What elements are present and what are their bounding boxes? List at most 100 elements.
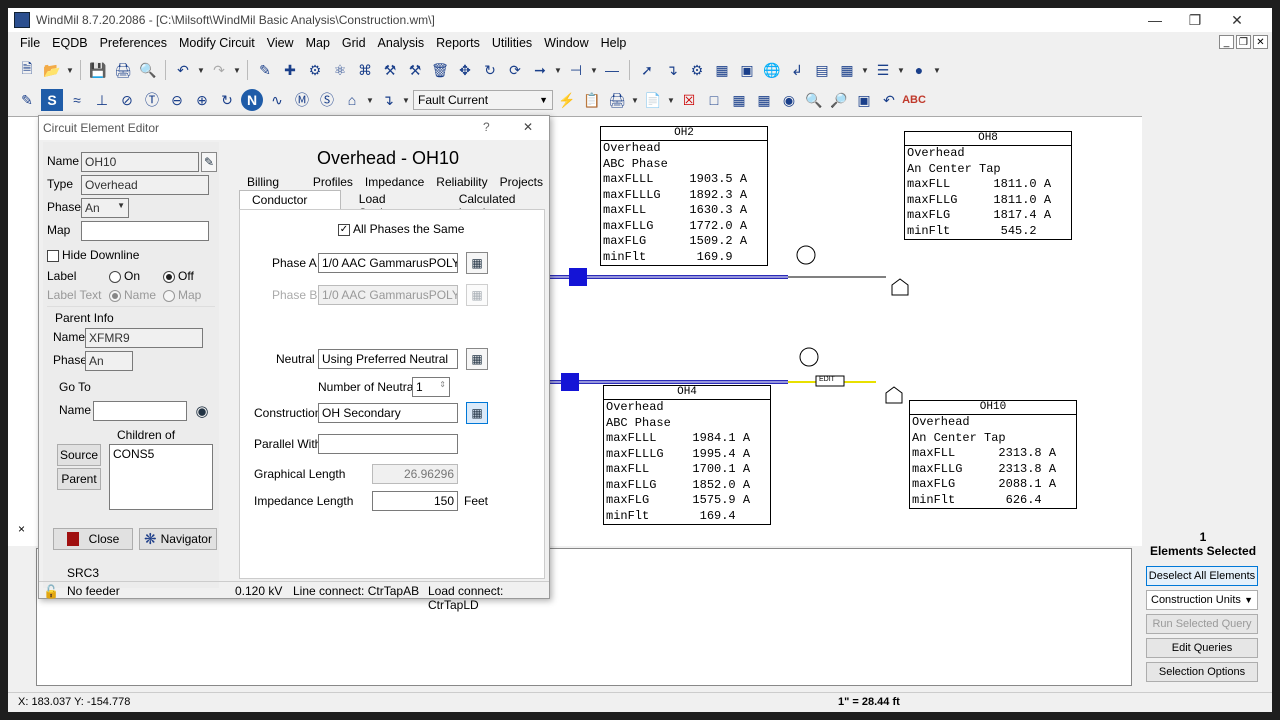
analysis-combo[interactable]: Fault Current ▼ — [413, 90, 553, 110]
hide-downline-checkbox[interactable]: Hide Downline — [47, 248, 139, 262]
bomb-icon[interactable]: ● — [908, 59, 930, 81]
generator-icon[interactable]: Ⓢ — [316, 89, 338, 111]
zoom-extents-icon[interactable]: ▣ — [853, 89, 875, 111]
close-icon[interactable]: ✕ — [523, 120, 533, 134]
label-oh4[interactable]: OH4 Overhead ABC Phase maxFLLL 1984.1 A … — [603, 385, 771, 525]
chevron-down-icon[interactable]: ▼ — [366, 96, 374, 105]
redo-icon[interactable]: ↷ — [208, 59, 230, 81]
units-select[interactable]: Construction Units ▼ — [1146, 590, 1258, 610]
type-field[interactable]: Overhead — [81, 175, 209, 195]
edit-queries-button[interactable]: Edit Queries — [1146, 638, 1258, 658]
parallel-field[interactable] — [318, 434, 458, 454]
menu-eqdb[interactable]: EQDB — [46, 36, 93, 50]
switch-icon[interactable]: ⊣ — [565, 59, 587, 81]
zoom-in-icon[interactable]: 🔍 — [803, 89, 825, 111]
table-icon[interactable]: ▦ — [728, 89, 750, 111]
blank-page-icon[interactable]: □ — [703, 89, 725, 111]
line-icon[interactable]: — — [601, 59, 623, 81]
window-icon[interactable]: ▤ — [811, 59, 833, 81]
menu-view[interactable]: View — [261, 36, 300, 50]
neutral-lookup-icon[interactable]: ▦ — [466, 348, 488, 370]
voltage-icon[interactable]: ≈ — [66, 89, 88, 111]
print-preview-icon[interactable]: 🔍 — [137, 59, 159, 81]
breaker-icon[interactable]: ⊘ — [116, 89, 138, 111]
disconnect-icon[interactable]: ⚛ — [329, 59, 351, 81]
graph-length-field[interactable]: 26.96296 — [372, 464, 458, 484]
help-icon[interactable]: ? — [483, 120, 490, 134]
navigator-button[interactable]: ❋ Navigator — [139, 528, 217, 550]
phase-select[interactable]: An ▼ — [81, 198, 129, 218]
neutral-field[interactable]: Using Preferred Neutral — [318, 349, 458, 369]
node-icon[interactable]: N — [241, 89, 263, 111]
run-query-button[interactable]: Run Selected Query — [1146, 614, 1258, 634]
menu-preferences[interactable]: Preferences — [94, 36, 173, 50]
rotate-icon[interactable]: ↻ — [479, 59, 501, 81]
selection-options-button[interactable]: Selection Options — [1146, 662, 1258, 682]
new-file-icon[interactable]: 🗎 — [16, 59, 38, 81]
chevron-down-icon[interactable]: ▼ — [667, 96, 675, 105]
minus-circle-icon[interactable]: ⊖ — [166, 89, 188, 111]
construction-field[interactable]: OH Secondary — [318, 403, 458, 423]
label-oh8[interactable]: OH8 Overhead An Center Tap maxFLL 1811.0… — [904, 131, 1072, 240]
connect-icon[interactable]: ⚙ — [304, 59, 326, 81]
plus-circle-icon[interactable]: ⊕ — [191, 89, 213, 111]
label-on-radio[interactable]: On — [109, 269, 140, 283]
clear-icon[interactable]: ☒ — [678, 89, 700, 111]
restore-icon[interactable]: ❐ — [1172, 8, 1218, 32]
menu-window[interactable]: Window — [538, 36, 594, 50]
wrench-icon[interactable]: ⚒ — [404, 59, 426, 81]
chevron-down-icon[interactable]: ▼ — [590, 66, 598, 75]
edit-tool-icon[interactable]: ✎ — [16, 89, 38, 111]
mdi-restore-icon[interactable]: ❐ — [1236, 35, 1251, 49]
home-icon[interactable]: ⌂ — [341, 89, 363, 111]
spell-check-icon[interactable]: ABC — [902, 89, 926, 111]
menu-analysis[interactable]: Analysis — [372, 36, 431, 50]
construction-lookup-icon[interactable]: ▦ — [466, 402, 488, 424]
children-list[interactable]: CONS5 — [109, 444, 213, 510]
chevron-down-icon[interactable]: ▼ — [233, 66, 241, 75]
printer-icon[interactable]: 🖨 — [606, 89, 628, 111]
source-icon[interactable]: S — [41, 89, 63, 111]
open-folder-icon[interactable]: 📂 — [41, 59, 63, 81]
delete-icon[interactable]: 🗑 — [429, 59, 451, 81]
source-button[interactable]: Source — [57, 444, 101, 466]
name-field[interactable]: OH10 — [81, 152, 199, 172]
binoculars-icon[interactable]: ◉ — [778, 89, 800, 111]
table-delete-icon[interactable]: ▦ — [753, 89, 775, 111]
label-oh2[interactable]: OH2 Overhead ABC Phase maxFLLL 1903.5 A … — [600, 126, 768, 266]
menu-modify-circuit[interactable]: Modify Circuit — [173, 36, 261, 50]
list-icon[interactable]: ☰ — [872, 59, 894, 81]
arrow-right-icon[interactable]: ➞ — [529, 59, 551, 81]
parent-button[interactable]: Parent — [57, 468, 101, 490]
chevron-down-icon[interactable]: ▼ — [402, 96, 410, 105]
label-oh10[interactable]: OH10 Overhead An Center Tap maxFLL 2313.… — [909, 400, 1077, 509]
hook-icon[interactable]: ↴ — [661, 59, 683, 81]
print-icon[interactable]: 🖨 — [112, 59, 134, 81]
menu-map[interactable]: Map — [300, 36, 336, 50]
label-name-radio[interactable]: Name — [109, 288, 156, 302]
menu-file[interactable]: File — [14, 36, 46, 50]
map-icon[interactable]: ▦ — [836, 59, 858, 81]
connector-icon[interactable]: ↴ — [377, 89, 399, 111]
chevron-down-icon[interactable]: ▼ — [631, 96, 639, 105]
label-map-radio[interactable]: Map — [163, 288, 201, 302]
add-element-icon[interactable]: ✚ — [279, 59, 301, 81]
report-icon[interactable]: 📋 — [581, 89, 603, 111]
lower-panel-close-icon[interactable]: × — [18, 522, 25, 536]
children-list-item[interactable]: CONS5 — [113, 447, 209, 461]
lightning-icon[interactable]: ⚡ — [556, 89, 578, 111]
image-icon[interactable]: ▣ — [736, 59, 758, 81]
label-off-radio[interactable]: Off — [163, 269, 194, 283]
edit-element-icon[interactable]: ✎ — [254, 59, 276, 81]
parent-name-field[interactable]: XFMR9 — [85, 328, 203, 348]
menu-help[interactable]: Help — [595, 36, 633, 50]
move-icon[interactable]: ✥ — [454, 59, 476, 81]
all-phases-checkbox[interactable]: ✓ All Phases the Same — [338, 222, 464, 236]
zoom-previous-icon[interactable]: ↶ — [878, 89, 900, 111]
wave-icon[interactable]: ∿ — [266, 89, 288, 111]
goto-name-field[interactable] — [93, 401, 187, 421]
zoom-out-icon[interactable]: 🔎 — [828, 89, 850, 111]
close-icon[interactable]: ✕ — [1214, 8, 1260, 32]
cycle-icon[interactable]: ↻ — [216, 89, 238, 111]
conductor-lookup-icon[interactable]: ▦ — [466, 284, 488, 306]
